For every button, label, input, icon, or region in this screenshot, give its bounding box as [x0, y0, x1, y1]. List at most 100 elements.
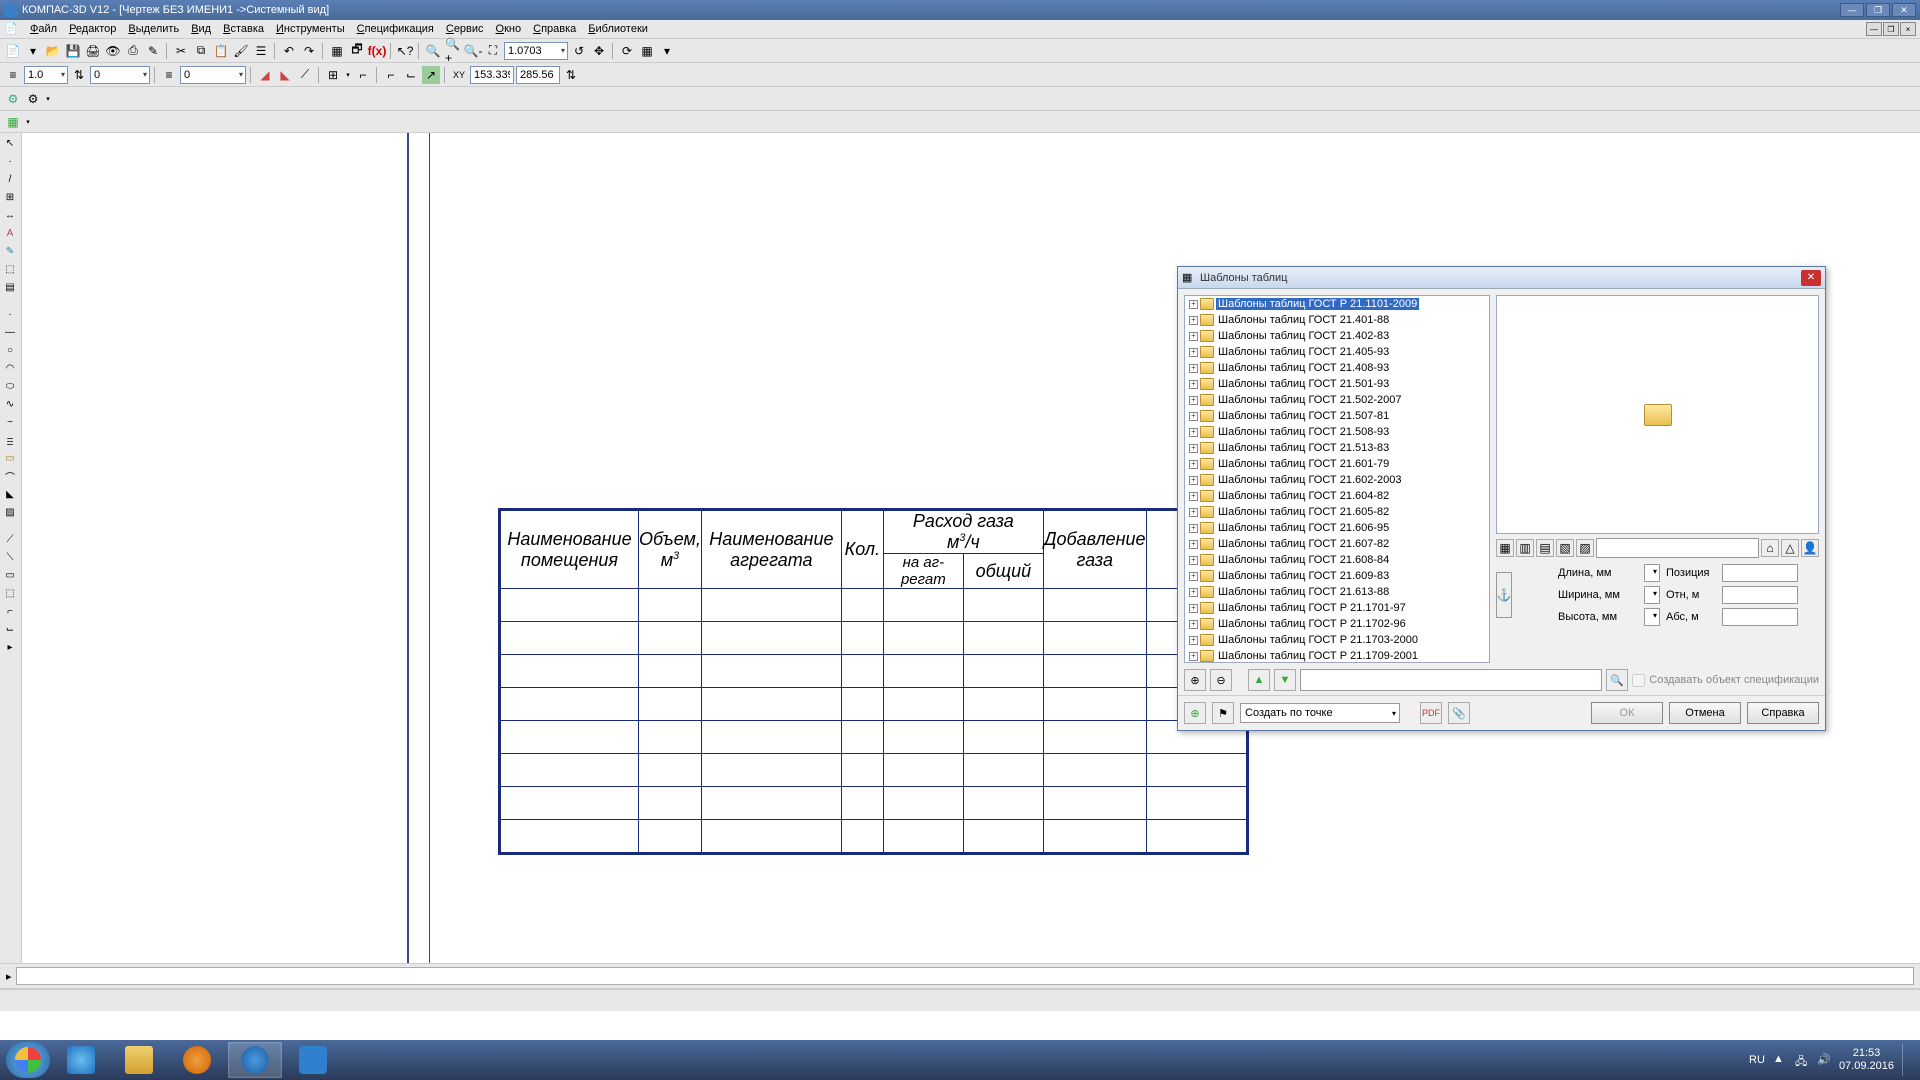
table-dropdown-button[interactable]: ▾ [24, 113, 32, 131]
abs-input[interactable] [1722, 608, 1798, 626]
tree-item[interactable]: +Шаблоны таблиц ГОСТ Р 21.1101-2009 [1185, 296, 1489, 312]
fx-button[interactable]: f(x) [368, 42, 386, 60]
start-button[interactable] [6, 1042, 50, 1078]
line-width-dropdown[interactable]: 1.0 [24, 66, 68, 84]
tool-edit[interactable]: ✎ [1, 243, 19, 260]
expand-icon[interactable]: + [1189, 396, 1198, 405]
tree-item[interactable]: +Шаблоны таблиц ГОСТ 21.607-82 [1185, 536, 1489, 552]
tray-lang[interactable]: RU [1749, 1054, 1765, 1066]
footer-clip-button[interactable]: 📎 [1448, 702, 1470, 724]
menu-спецификация[interactable]: Спецификация [351, 21, 440, 37]
tool-line[interactable]: / [1, 171, 19, 188]
tool-aux-line[interactable]: — [1, 324, 19, 341]
tree-item[interactable]: +Шаблоны таблиц ГОСТ Р 21.1709-2001 [1185, 648, 1489, 663]
coord-stepper-button[interactable]: ⇅ [562, 66, 580, 84]
anchor-button[interactable]: ⚓ [1496, 572, 1512, 618]
menu-библиотеки[interactable]: Библиотеки [582, 21, 654, 37]
save-button[interactable] [64, 42, 82, 60]
format-painter-button[interactable]: 🖌 [232, 42, 250, 60]
tool-spline[interactable]: ∿ [1, 396, 19, 413]
zoom-fit-button[interactable]: ⛶ [484, 42, 502, 60]
footer-pdf-button[interactable]: PDF [1420, 702, 1442, 724]
expand-icon[interactable]: + [1189, 380, 1198, 389]
table-button[interactable]: ▦ [4, 113, 22, 131]
display-button[interactable]: ▦ [638, 42, 656, 60]
close-button[interactable]: ✕ [1892, 3, 1916, 17]
menu-файл[interactable]: Файл [24, 21, 63, 37]
mid-btn2[interactable]: ⊖ [1210, 669, 1232, 691]
tree-item[interactable]: +Шаблоны таблиц ГОСТ Р 21.1702-96 [1185, 616, 1489, 632]
dialog-close-button[interactable]: ✕ [1801, 270, 1821, 286]
length-input[interactable] [1644, 564, 1660, 582]
coord-x-input[interactable] [470, 66, 514, 84]
gear2-button[interactable]: ⚙ [24, 90, 42, 108]
edge2-button[interactable]: ◣ [276, 66, 294, 84]
minimize-button[interactable]: — [1840, 3, 1864, 17]
expand-icon[interactable]: + [1189, 316, 1198, 325]
preview-btn6[interactable]: ⌂ [1761, 539, 1779, 557]
tree-item[interactable]: +Шаблоны таблиц ГОСТ 21.501-93 [1185, 376, 1489, 392]
tree-item[interactable]: +Шаблоны таблиц ГОСТ 21.401-88 [1185, 312, 1489, 328]
hatch-button[interactable]: ⟋ [296, 66, 314, 84]
style-button[interactable]: ≡ [160, 66, 178, 84]
width-input[interactable] [1644, 586, 1660, 604]
tray-clock[interactable]: 21:53 07.09.2016 [1839, 1047, 1894, 1073]
coord-y-input[interactable] [516, 66, 560, 84]
expand-icon[interactable]: + [1189, 604, 1198, 613]
preview-button[interactable]: 👁 [104, 42, 122, 60]
drawing-canvas[interactable]: Наименование помещения Объем,м3 Наименов… [22, 133, 1920, 963]
layer-dropdown[interactable]: 0 [90, 66, 150, 84]
tool-point[interactable]: · [1, 153, 19, 170]
tree-item[interactable]: +Шаблоны таблиц ГОСТ 21.608-84 [1185, 552, 1489, 568]
tray-flag-icon[interactable]: ▲ [1773, 1053, 1787, 1067]
manager-button[interactable]: ▦ [328, 42, 346, 60]
cut-button[interactable] [172, 42, 190, 60]
menu-вставка[interactable]: Вставка [217, 21, 270, 37]
tool-param[interactable]: ⬚ [1, 261, 19, 278]
zoom-out-button[interactable]: 🔍- [464, 42, 482, 60]
mid-search-input[interactable] [1300, 669, 1602, 691]
expand-icon[interactable]: + [1189, 460, 1198, 469]
expand-icon[interactable]: + [1189, 524, 1198, 533]
tool-dimension[interactable]: ↔ [1, 207, 19, 224]
tool-text[interactable]: A [1, 225, 19, 242]
tray-volume-icon[interactable]: 🔊 [1817, 1053, 1831, 1067]
preview-btn3[interactable]: ▤ [1536, 539, 1554, 557]
tool-aux4[interactable]: ⌐ [1, 603, 19, 620]
extra-dropdown-button[interactable]: ▾ [44, 90, 52, 108]
expand-icon[interactable]: + [1189, 476, 1198, 485]
grid-dropdown-button[interactable]: ▾ [344, 66, 352, 84]
print-button[interactable] [84, 42, 102, 60]
height-input[interactable] [1644, 608, 1660, 626]
tool-ellipse[interactable]: ⬭ [1, 378, 19, 395]
expand-icon[interactable]: + [1189, 364, 1198, 373]
tool-rect2[interactable]: ▭ [1, 567, 19, 584]
tree-item[interactable]: +Шаблоны таблиц ГОСТ 21.609-83 [1185, 568, 1489, 584]
tree-item[interactable]: +Шаблоны таблиц ГОСТ 21.405-93 [1185, 344, 1489, 360]
tree-item[interactable]: +Шаблоны таблиц ГОСТ 21.613-88 [1185, 584, 1489, 600]
tree-item[interactable]: +Шаблоны таблиц ГОСТ Р 21.1703-2000 [1185, 632, 1489, 648]
command-input[interactable] [16, 967, 1914, 985]
footer-add-button[interactable]: ⊕ [1184, 702, 1206, 724]
taskbar-kompas[interactable] [228, 1042, 282, 1078]
new-button[interactable] [4, 42, 22, 60]
expand-icon[interactable]: + [1189, 556, 1198, 565]
tool-aux5[interactable]: ⌙ [1, 621, 19, 638]
edge-button[interactable]: ◢ [256, 66, 274, 84]
mid-search-button[interactable]: 🔍 [1606, 669, 1628, 691]
paste-button[interactable] [212, 42, 230, 60]
expand-icon[interactable]: + [1189, 412, 1198, 421]
expand-icon[interactable]: + [1189, 348, 1198, 357]
maximize-button[interactable]: ❐ [1866, 3, 1890, 17]
menu-окно[interactable]: Окно [490, 21, 528, 37]
tool-measure[interactable]: ▤ [1, 279, 19, 296]
mid-down-button[interactable]: ▼ [1274, 669, 1296, 691]
otn-input[interactable] [1722, 586, 1798, 604]
tool-aux1[interactable]: ⟋ [1, 531, 19, 548]
preview-btn8[interactable]: 👤 [1801, 539, 1819, 557]
display-dropdown-button[interactable]: ▾ [658, 42, 676, 60]
tool-grid[interactable]: ⊞ [1, 189, 19, 206]
variables-button[interactable]: 🗗 [348, 42, 366, 60]
tool-aux-point[interactable]: · [1, 306, 19, 323]
expand-icon[interactable]: + [1189, 652, 1198, 661]
